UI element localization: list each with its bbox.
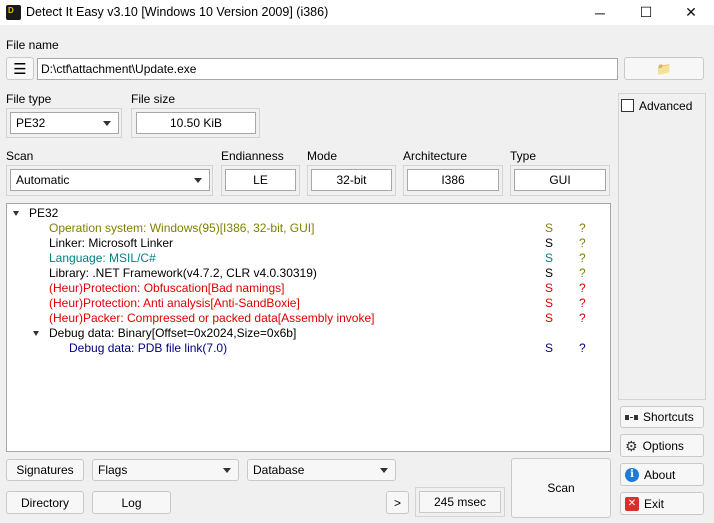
advanced-label: Advanced [639,99,693,113]
about-button[interactable]: i About [620,463,704,486]
signature-s-link[interactable]: S [545,221,553,236]
database-value: Database [253,463,305,477]
info-question-link[interactable]: ? [579,311,586,326]
flags-value: Flags [98,463,128,477]
exit-label: Exit [644,496,665,511]
scan-label: Scan [6,149,34,163]
scan-button[interactable]: Scan [511,458,611,518]
signature-s-link[interactable]: S [545,296,553,311]
tree-row[interactable]: (Heur)Protection: Anti analysis[Anti-San… [7,296,610,311]
tree-row[interactable]: Language: MSIL/C# S ? [7,251,610,266]
keyboard-icon [625,413,638,422]
signature-s-link[interactable]: S [545,251,553,266]
tree-row-text: Linker: Microsoft Linker [49,236,174,250]
tree-row[interactable]: Debug data: PDB file link(7.0) S ? [7,341,610,356]
tree-row-text: Operation system: Windows(95)[I386, 32-b… [49,221,315,235]
tree-row[interactable]: (Heur)Protection: Obfuscation[Bad naming… [7,281,610,296]
results-tree[interactable]: PE32 Operation system: Windows(95)[I386,… [6,203,611,452]
maximize-button[interactable]: ☐ [623,0,669,25]
tree-row-text: Library: .NET Framework(v4.7.2, CLR v4.0… [49,266,317,280]
signatures-button[interactable]: Signatures [6,459,84,481]
side-panel [618,93,706,400]
app-icon: D [6,5,21,20]
info-question-link[interactable]: ? [579,221,586,236]
signature-s-link[interactable]: S [545,281,553,296]
options-button[interactable]: ⚙ Options [620,434,704,457]
app-icon-letter: D [8,6,14,15]
signature-s-link[interactable]: S [545,311,553,326]
tree-row[interactable]: Library: .NET Framework(v4.7.2, CLR v4.0… [7,266,610,281]
tree-root-label: PE32 [29,206,59,220]
file-type-value: PE32 [16,116,46,130]
advanced-checkbox[interactable] [621,99,634,112]
endianness-value: LE [225,169,296,191]
file-type-label: File type [6,92,52,106]
directory-button[interactable]: Directory [6,491,84,514]
scan-mode-select[interactable]: Automatic [10,169,210,191]
tree-row[interactable]: (Heur)Packer: Compressed or packed data[… [7,311,610,326]
log-button[interactable]: Log [92,491,171,514]
tree-row-text: (Heur)Protection: Obfuscation[Bad naming… [49,281,285,295]
signature-s-link[interactable]: S [545,341,553,356]
architecture-value: I386 [407,169,499,191]
file-size-label: File size [131,92,176,106]
signature-s-link[interactable]: S [545,236,553,251]
expand-more-button[interactable]: > [386,491,409,514]
chevron-down-icon [194,178,202,183]
mode-label: Mode [307,149,338,163]
tree-row[interactable]: Operation system: Windows(95)[I386, 32-b… [7,221,610,236]
chevron-down-icon [223,468,231,473]
chevron-down-icon [380,468,388,473]
gear-icon: ⚙ [625,437,638,454]
info-question-link[interactable]: ? [579,266,586,281]
tree-row[interactable]: Debug data: Binary[Offset=0x2024,Size=0x… [7,326,610,341]
expand-arrow-icon[interactable] [33,331,39,336]
browse-button[interactable]: 📁 [624,57,704,80]
folder-icon: 📁 [656,61,672,76]
info-question-link[interactable]: ? [579,251,586,266]
close-red-icon: ✕ [625,496,639,511]
flags-select[interactable]: Flags [92,459,239,481]
architecture-label: Architecture [403,149,468,163]
scan-time-value: 245 msec [419,491,501,513]
file-path-field[interactable]: D:\ctf\attachment\Update.exe [37,58,618,80]
file-menu-button[interactable]: ☰ [6,57,34,80]
tree-root-row[interactable]: PE32 [7,206,610,221]
list-icon: ☰ [13,60,27,78]
file-size-value: 10.50 KiB [136,112,256,134]
tree-row-text: Language: MSIL/C# [49,251,156,265]
info-question-link[interactable]: ? [579,296,586,311]
file-type-select[interactable]: PE32 [10,112,119,134]
scan-mode-value: Automatic [16,173,70,187]
about-label: About [644,467,676,482]
close-button[interactable]: ✕ [668,0,714,25]
window-title: Detect It Easy v3.10 [Windows 10 Version… [26,5,329,19]
chevron-down-icon [103,121,111,126]
tree-row[interactable]: Linker: Microsoft Linker S ? [7,236,610,251]
file-name-label: File name [6,38,59,52]
options-label: Options [642,438,684,453]
shortcuts-label: Shortcuts [643,410,694,424]
info-question-link[interactable]: ? [579,341,586,356]
mode-value: 32-bit [311,169,392,191]
endianness-label: Endianness [221,149,284,163]
type-value: GUI [514,169,606,191]
exit-button[interactable]: ✕ Exit [620,492,704,515]
info-question-link[interactable]: ? [579,281,586,296]
info-icon: i [625,467,639,482]
shortcuts-button[interactable]: Shortcuts [620,406,704,428]
minimize-button[interactable]: ─ [577,0,623,25]
info-question-link[interactable]: ? [579,236,586,251]
tree-row-text: Debug data: PDB file link(7.0) [69,341,228,355]
signature-s-link[interactable]: S [545,266,553,281]
tree-row-text: (Heur)Packer: Compressed or packed data[… [49,311,375,325]
expand-arrow-icon[interactable] [13,211,19,216]
tree-row-text: (Heur)Protection: Anti analysis[Anti-San… [49,296,300,310]
type-label: Type [510,149,537,163]
database-select[interactable]: Database [247,459,396,481]
tree-row-text: Debug data: Binary[Offset=0x2024,Size=0x… [49,326,297,340]
